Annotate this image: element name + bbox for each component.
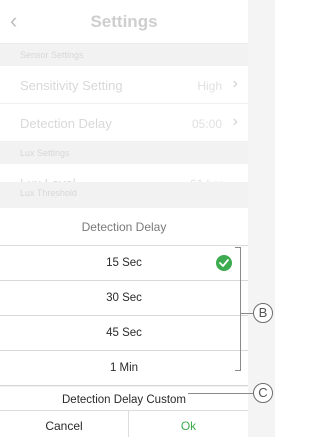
callout-c-leader	[188, 393, 254, 394]
option-label: 1 Min	[109, 362, 139, 374]
callout-b: B	[253, 303, 273, 323]
option-1-min[interactable]: 1 Min	[0, 351, 248, 386]
option-30-sec[interactable]: 30 Sec	[0, 281, 248, 316]
cancel-button[interactable]: Cancel	[0, 411, 128, 437]
sheet-title: Detection Delay	[0, 208, 248, 246]
options-bracket	[235, 247, 241, 371]
option-label: 15 Sec	[106, 257, 142, 269]
detection-delay-sheet: Detection Delay 15 Sec 30 Sec 45 Sec 1 M…	[0, 208, 248, 437]
sheet-footer: Cancel Ok	[0, 410, 248, 437]
option-15-sec[interactable]: 15 Sec	[0, 246, 248, 281]
option-45-sec[interactable]: 45 Sec	[0, 316, 248, 351]
ok-button[interactable]: Ok	[129, 411, 248, 437]
option-label: 30 Sec	[106, 292, 142, 304]
callout-c: C	[253, 383, 273, 403]
option-label: 45 Sec	[106, 327, 142, 339]
option-label: Detection Delay Custom	[62, 394, 186, 406]
dim-overlay	[0, 0, 248, 210]
checkmark-icon	[216, 255, 232, 271]
